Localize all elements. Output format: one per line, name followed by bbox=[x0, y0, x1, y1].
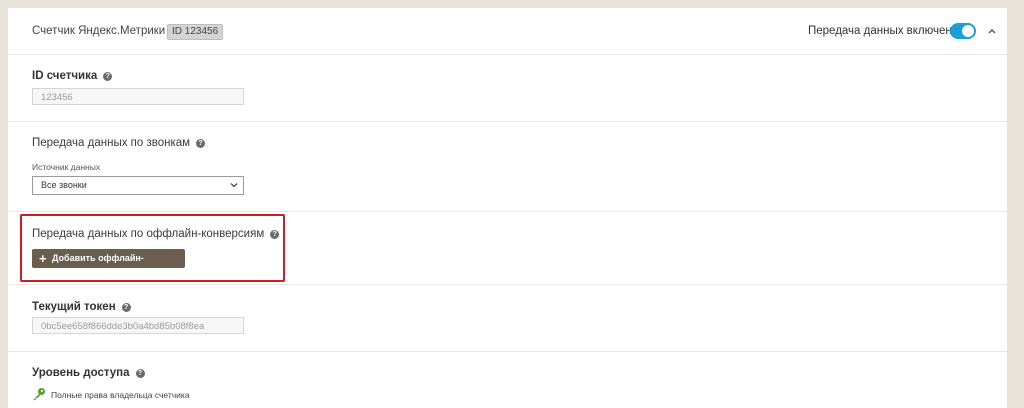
counter-id-section: ID счетчика? 123456 bbox=[8, 55, 1007, 122]
access-label: Уровень доступа? bbox=[32, 367, 145, 379]
panel-header: Счетчик Яндекс.Метрики ID 123456 Передач… bbox=[8, 8, 1007, 55]
help-icon[interactable]: ? bbox=[103, 72, 113, 81]
calls-section: Передача данных по звонкам? Источник дан… bbox=[8, 122, 1007, 212]
token-label: Текущий токен? bbox=[32, 301, 131, 313]
help-icon[interactable]: ? bbox=[135, 369, 145, 378]
help-icon[interactable]: ? bbox=[121, 303, 131, 312]
id-badge: ID 123456 bbox=[167, 24, 224, 40]
key-icon bbox=[33, 388, 45, 401]
highlight-frame bbox=[20, 214, 285, 282]
token-section: Текущий токен? 0bc5ee658f866dde3b0a4bd85… bbox=[8, 285, 1007, 352]
data-transfer-status-label: Передача данных включена bbox=[808, 25, 959, 37]
counter-id-label: ID счетчика? bbox=[32, 70, 113, 82]
counter-id-field[interactable]: 123456 bbox=[32, 88, 244, 105]
help-icon[interactable]: ? bbox=[196, 139, 206, 148]
data-source-select[interactable]: Все звонки bbox=[32, 176, 244, 195]
token-field[interactable]: 0bc5ee658f866dde3b0a4bd85b08f8ea bbox=[32, 317, 244, 334]
access-level-value: Полные права владельца счетчика bbox=[51, 390, 190, 400]
metrika-counter-panel: Счетчик Яндекс.Метрики ID 123456 Передач… bbox=[8, 8, 1007, 408]
data-source-label: Источник данных bbox=[32, 162, 101, 172]
calls-label: Передача данных по звонкам? bbox=[32, 137, 206, 149]
toggle-knob bbox=[962, 25, 974, 37]
panel-title: Счетчик Яндекс.Метрики bbox=[32, 25, 166, 37]
chevron-up-icon[interactable] bbox=[986, 25, 998, 37]
chevron-down-icon bbox=[230, 183, 238, 188]
data-source-value: Все звонки bbox=[41, 180, 87, 190]
data-transfer-toggle[interactable] bbox=[950, 23, 976, 39]
